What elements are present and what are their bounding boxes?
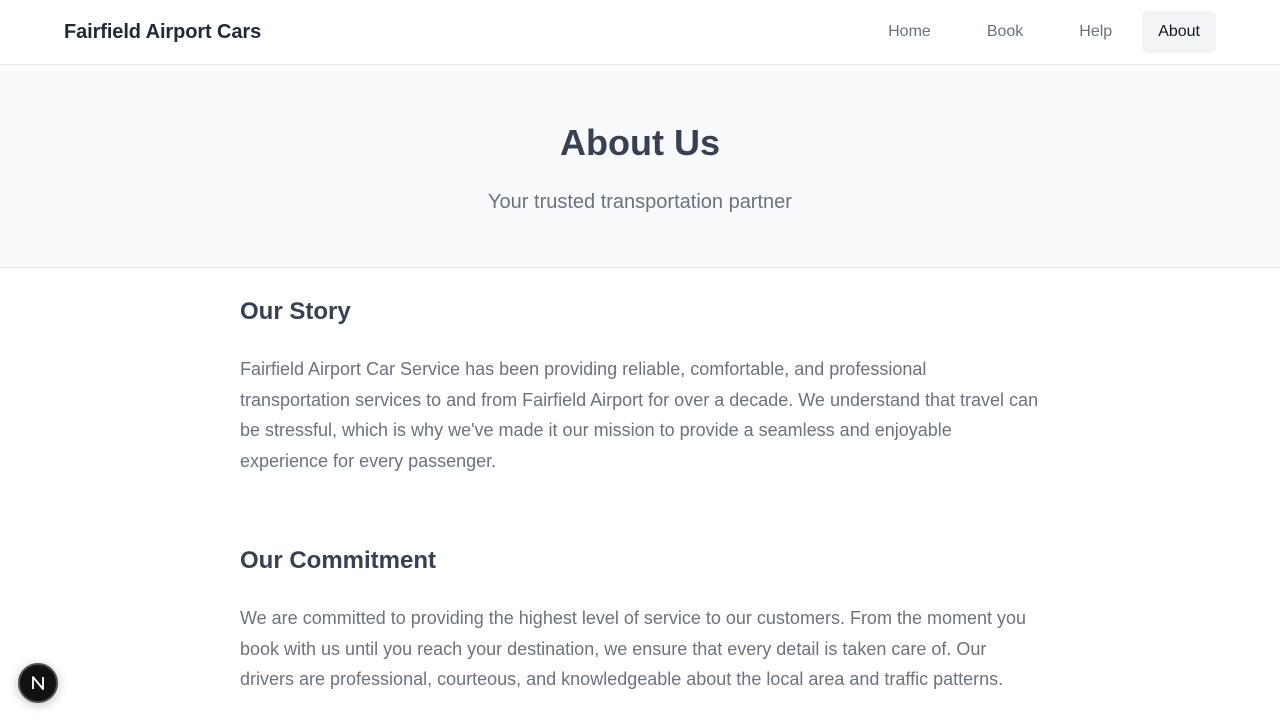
nextjs-logo-icon — [32, 676, 44, 690]
page-subtitle: Your trusted transportation partner — [488, 191, 792, 213]
top-navbar: Fairfield Airport Cars Home Book Help Ab… — [0, 0, 1280, 65]
nextjs-dev-indicator-button[interactable] — [18, 663, 58, 703]
main-nav: Home Book Help About — [872, 11, 1216, 53]
hero-banner: About Us Your trusted transportation par… — [0, 65, 1280, 268]
nav-link-home[interactable]: Home — [872, 11, 947, 53]
section-body-our-commitment: We are committed to providing the highes… — [240, 608, 1027, 690]
nav-link-help[interactable]: Help — [1063, 11, 1128, 53]
nav-link-about[interactable]: About — [1142, 11, 1216, 53]
section-title-our-story: Our Story — [240, 298, 351, 325]
section-title-our-commitment: Our Commitment — [240, 547, 437, 574]
section-body-our-story: Fairfield Airport Car Service has been p… — [240, 359, 1039, 471]
page-title: About Us — [560, 122, 720, 163]
nav-link-book[interactable]: Book — [971, 11, 1039, 53]
brand-logo-text[interactable]: Fairfield Airport Cars — [64, 21, 261, 44]
